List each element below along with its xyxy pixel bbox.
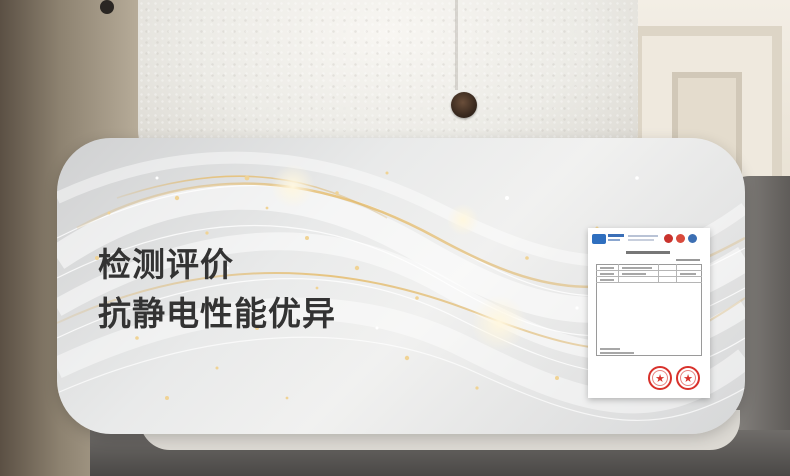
report-seal-icon: ★ [676,366,700,390]
report-logo-icon [592,234,606,244]
report-title [626,251,670,254]
feature-title: 检测评价 [98,245,234,284]
feature-subtitle: 抗静电性能优异 [98,294,336,333]
test-report-document: ★ ★ [588,228,710,398]
report-org-name [608,234,624,237]
background-knob [100,0,114,14]
report-accreditation-badge [664,234,673,243]
report-number [676,259,700,261]
garment-placket [455,0,458,90]
report-table [596,264,702,356]
report-accreditation-badge [676,234,685,243]
product-detail-image: 检测评价 抗静电性能优异 ★ ★ [0,0,790,476]
garment-button [451,92,477,118]
report-accreditation-badge [688,234,697,243]
report-seal-icon: ★ [648,366,672,390]
